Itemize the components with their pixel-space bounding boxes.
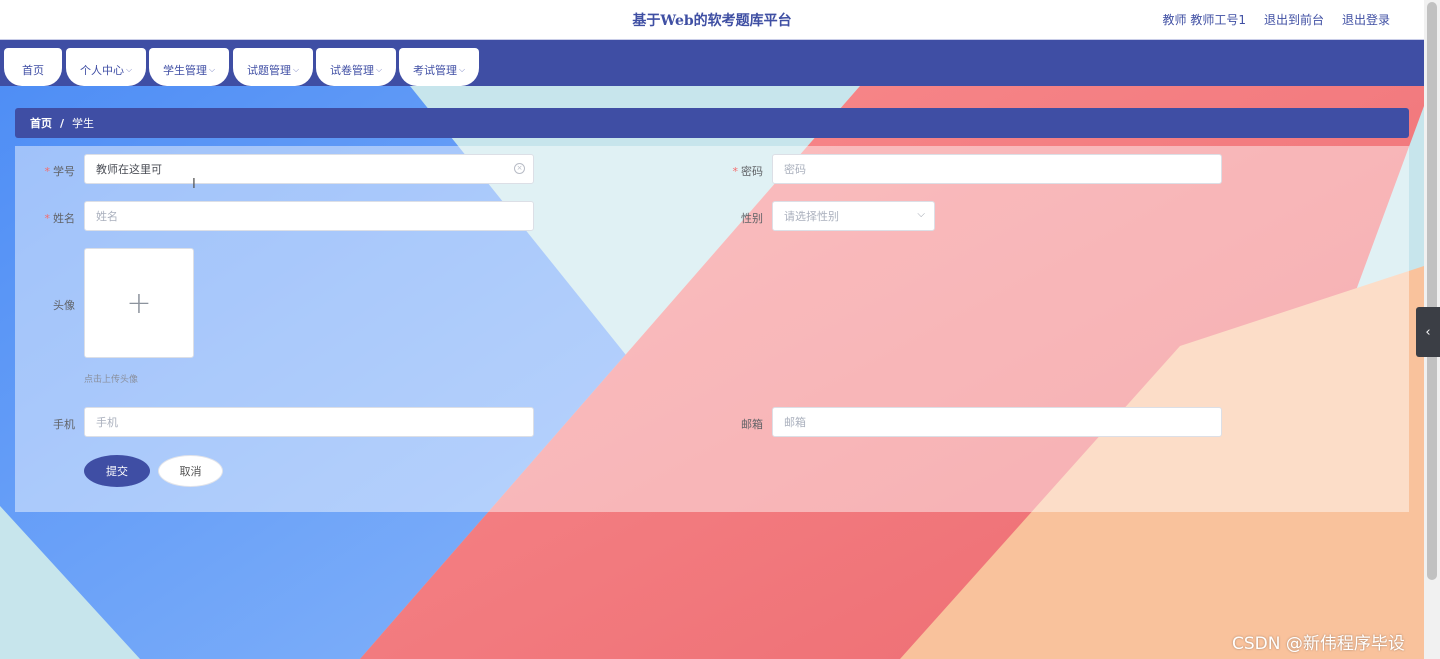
gender-select[interactable]: 请选择性别 ⌵ xyxy=(772,201,935,231)
front-link[interactable]: 退出到前台 xyxy=(1264,11,1324,28)
chevron-left-icon: ‹ xyxy=(1425,324,1431,340)
required-mark: * xyxy=(732,165,739,178)
chevron-down-icon: ⌵ xyxy=(917,209,925,220)
phone-input[interactable]: 手机 xyxy=(84,407,534,437)
nav-tab-profile[interactable]: 个人中心 ⌵ xyxy=(66,48,146,86)
user-info: 教师 教师工号1 xyxy=(1162,11,1245,28)
nav-tab-label: 考试管理 xyxy=(412,64,457,77)
scrollbar-thumb[interactable] xyxy=(1427,2,1437,580)
submit-button[interactable]: 提交 xyxy=(84,455,150,487)
nav-tab-papers[interactable]: 试卷管理 ⌵ xyxy=(316,48,396,86)
cancel-button[interactable]: 取消 xyxy=(158,455,223,487)
user-name: 教师工号1 xyxy=(1190,13,1246,27)
name-input[interactable]: 姓名 xyxy=(84,201,534,231)
gender-placeholder: 请选择性别 xyxy=(784,210,839,223)
chevron-down-icon: ⌵ xyxy=(458,65,466,74)
avatar-label: 头像 xyxy=(20,297,75,313)
gender-label: 性别 xyxy=(708,210,763,226)
nav-tab-questions[interactable]: 试题管理 ⌵ xyxy=(233,48,313,86)
gender-label-text: 性别 xyxy=(741,212,763,225)
password-placeholder: 密码 xyxy=(784,163,806,176)
chevron-down-icon: ⌵ xyxy=(375,65,383,74)
circle-x-icon[interactable]: × xyxy=(514,163,525,174)
nav-tab-students[interactable]: 学生管理 ⌵ xyxy=(149,48,229,86)
nav-tab-label: 首页 xyxy=(22,64,44,77)
nav-tab-home[interactable]: 首页 xyxy=(4,48,62,86)
student-id-value: 教师在这里可 xyxy=(96,163,162,176)
phone-label: 手机 xyxy=(20,416,75,432)
chevron-down-icon: ⌵ xyxy=(292,65,300,74)
top-header: 基于Web的软考题库平台 教师 教师工号1 退出到前台 退出登录 xyxy=(0,0,1424,40)
breadcrumb: 首页 / 学生 xyxy=(15,108,1409,138)
password-label: * 密码 xyxy=(708,163,764,179)
student-id-label: * 学号 xyxy=(20,163,76,179)
avatar-upload[interactable]: + xyxy=(84,248,194,358)
avatar-label-text: 头像 xyxy=(53,299,75,312)
email-input[interactable]: 邮箱 xyxy=(772,407,1222,437)
breadcrumb-separator: / xyxy=(60,116,65,130)
student-id-label-text: 学号 xyxy=(53,165,75,178)
required-mark: * xyxy=(44,165,51,178)
nav-tab-exams[interactable]: 考试管理 ⌵ xyxy=(399,48,479,86)
email-placeholder: 邮箱 xyxy=(784,416,806,429)
name-label: * 姓名 xyxy=(20,210,76,226)
nav-tab-label: 个人中心 xyxy=(79,64,124,77)
user-area: 教师 教师工号1 退出到前台 退出登录 xyxy=(1162,11,1390,28)
password-label-text: 密码 xyxy=(741,165,763,178)
breadcrumb-current: 学生 xyxy=(72,117,95,130)
required-mark: * xyxy=(44,212,51,225)
upload-hint: 点击上传头像 xyxy=(84,375,139,385)
phone-label-text: 手机 xyxy=(53,418,75,431)
chevron-down-icon: ⌵ xyxy=(125,65,133,74)
watermark: CSDN @新伟程序毕设 xyxy=(1232,634,1405,654)
email-label: 邮箱 xyxy=(708,416,763,432)
side-toggle-button[interactable]: ‹ xyxy=(1416,307,1440,357)
main-nav: 首页 个人中心 ⌵ 学生管理 ⌵ 试题管理 ⌵ 试卷管理 ⌵ 考试管理 ⌵ xyxy=(0,40,1424,86)
name-placeholder: 姓名 xyxy=(96,210,118,223)
nav-tab-label: 学生管理 xyxy=(162,64,207,77)
breadcrumb-home[interactable]: 首页 xyxy=(30,115,52,131)
plus-icon: + xyxy=(126,285,152,321)
logout-link[interactable]: 退出登录 xyxy=(1342,11,1390,28)
name-label-text: 姓名 xyxy=(53,212,75,225)
phone-placeholder: 手机 xyxy=(96,416,118,429)
email-label-text: 邮箱 xyxy=(741,418,763,431)
nav-tab-label: 试题管理 xyxy=(246,64,291,77)
nav-tab-label: 试卷管理 xyxy=(329,64,374,77)
student-id-input[interactable]: 教师在这里可 × xyxy=(84,154,534,184)
user-role: 教师 xyxy=(1162,13,1187,27)
text-cursor-icon: I xyxy=(192,177,196,192)
chevron-down-icon: ⌵ xyxy=(208,65,216,74)
password-input[interactable]: 密码 xyxy=(772,154,1222,184)
